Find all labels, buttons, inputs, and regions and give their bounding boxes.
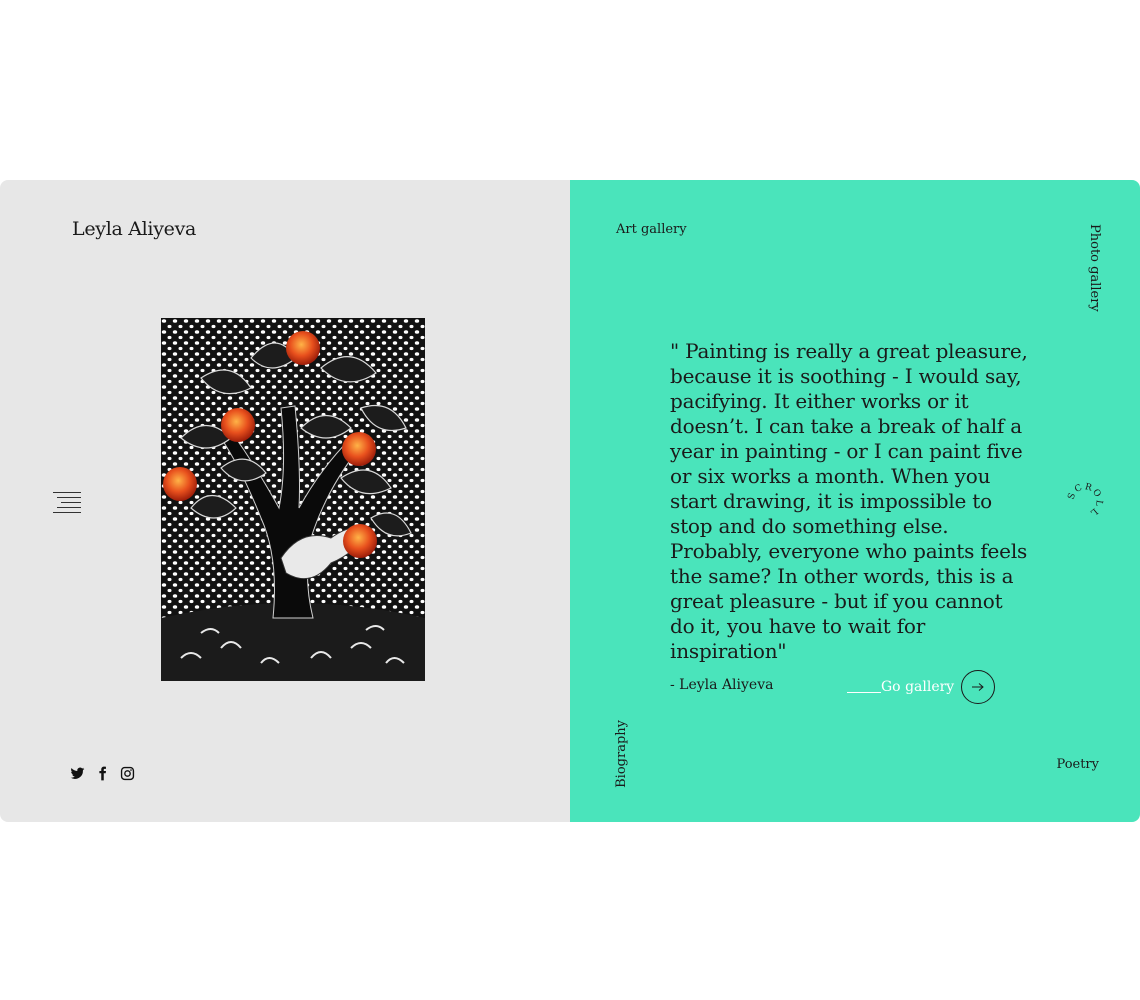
- nav-art-gallery[interactable]: Art gallery: [616, 222, 687, 237]
- nav-biography[interactable]: Biography: [614, 720, 629, 788]
- artwork-image: [161, 318, 425, 681]
- hamburger-menu-icon[interactable]: [53, 491, 81, 513]
- facebook-icon[interactable]: [95, 766, 110, 781]
- brand-name[interactable]: Leyla Aliyeva: [72, 218, 196, 240]
- page-card: Leyla Aliyeva Art gallery Photo gallery …: [0, 180, 1140, 822]
- right-panel: Art gallery Photo gallery " Painting is …: [570, 180, 1140, 822]
- quote-text: " Painting is really a great pleasure, b…: [670, 339, 1028, 663]
- go-gallery-button[interactable]: Go gallery: [847, 670, 996, 704]
- arrow-right-icon[interactable]: [961, 670, 996, 704]
- instagram-icon[interactable]: [120, 766, 135, 781]
- twitter-icon[interactable]: [70, 766, 85, 781]
- nav-poetry[interactable]: Poetry: [1056, 757, 1099, 772]
- scroll-indicator[interactable]: SC ROLL: [1060, 476, 1110, 526]
- left-panel: Leyla Aliyeva: [0, 180, 570, 822]
- scroll-letter: L: [1088, 506, 1099, 518]
- quote-author: - Leyla Aliyeva: [670, 677, 774, 693]
- nav-photo-gallery[interactable]: Photo gallery: [1087, 224, 1102, 312]
- scroll-letter: O: [1090, 488, 1102, 500]
- social-links: [70, 766, 135, 781]
- go-gallery-label: Go gallery: [881, 679, 955, 695]
- scroll-letter: C: [1073, 483, 1084, 495]
- go-gallery-line: [847, 691, 881, 693]
- scroll-letter: L: [1093, 499, 1104, 506]
